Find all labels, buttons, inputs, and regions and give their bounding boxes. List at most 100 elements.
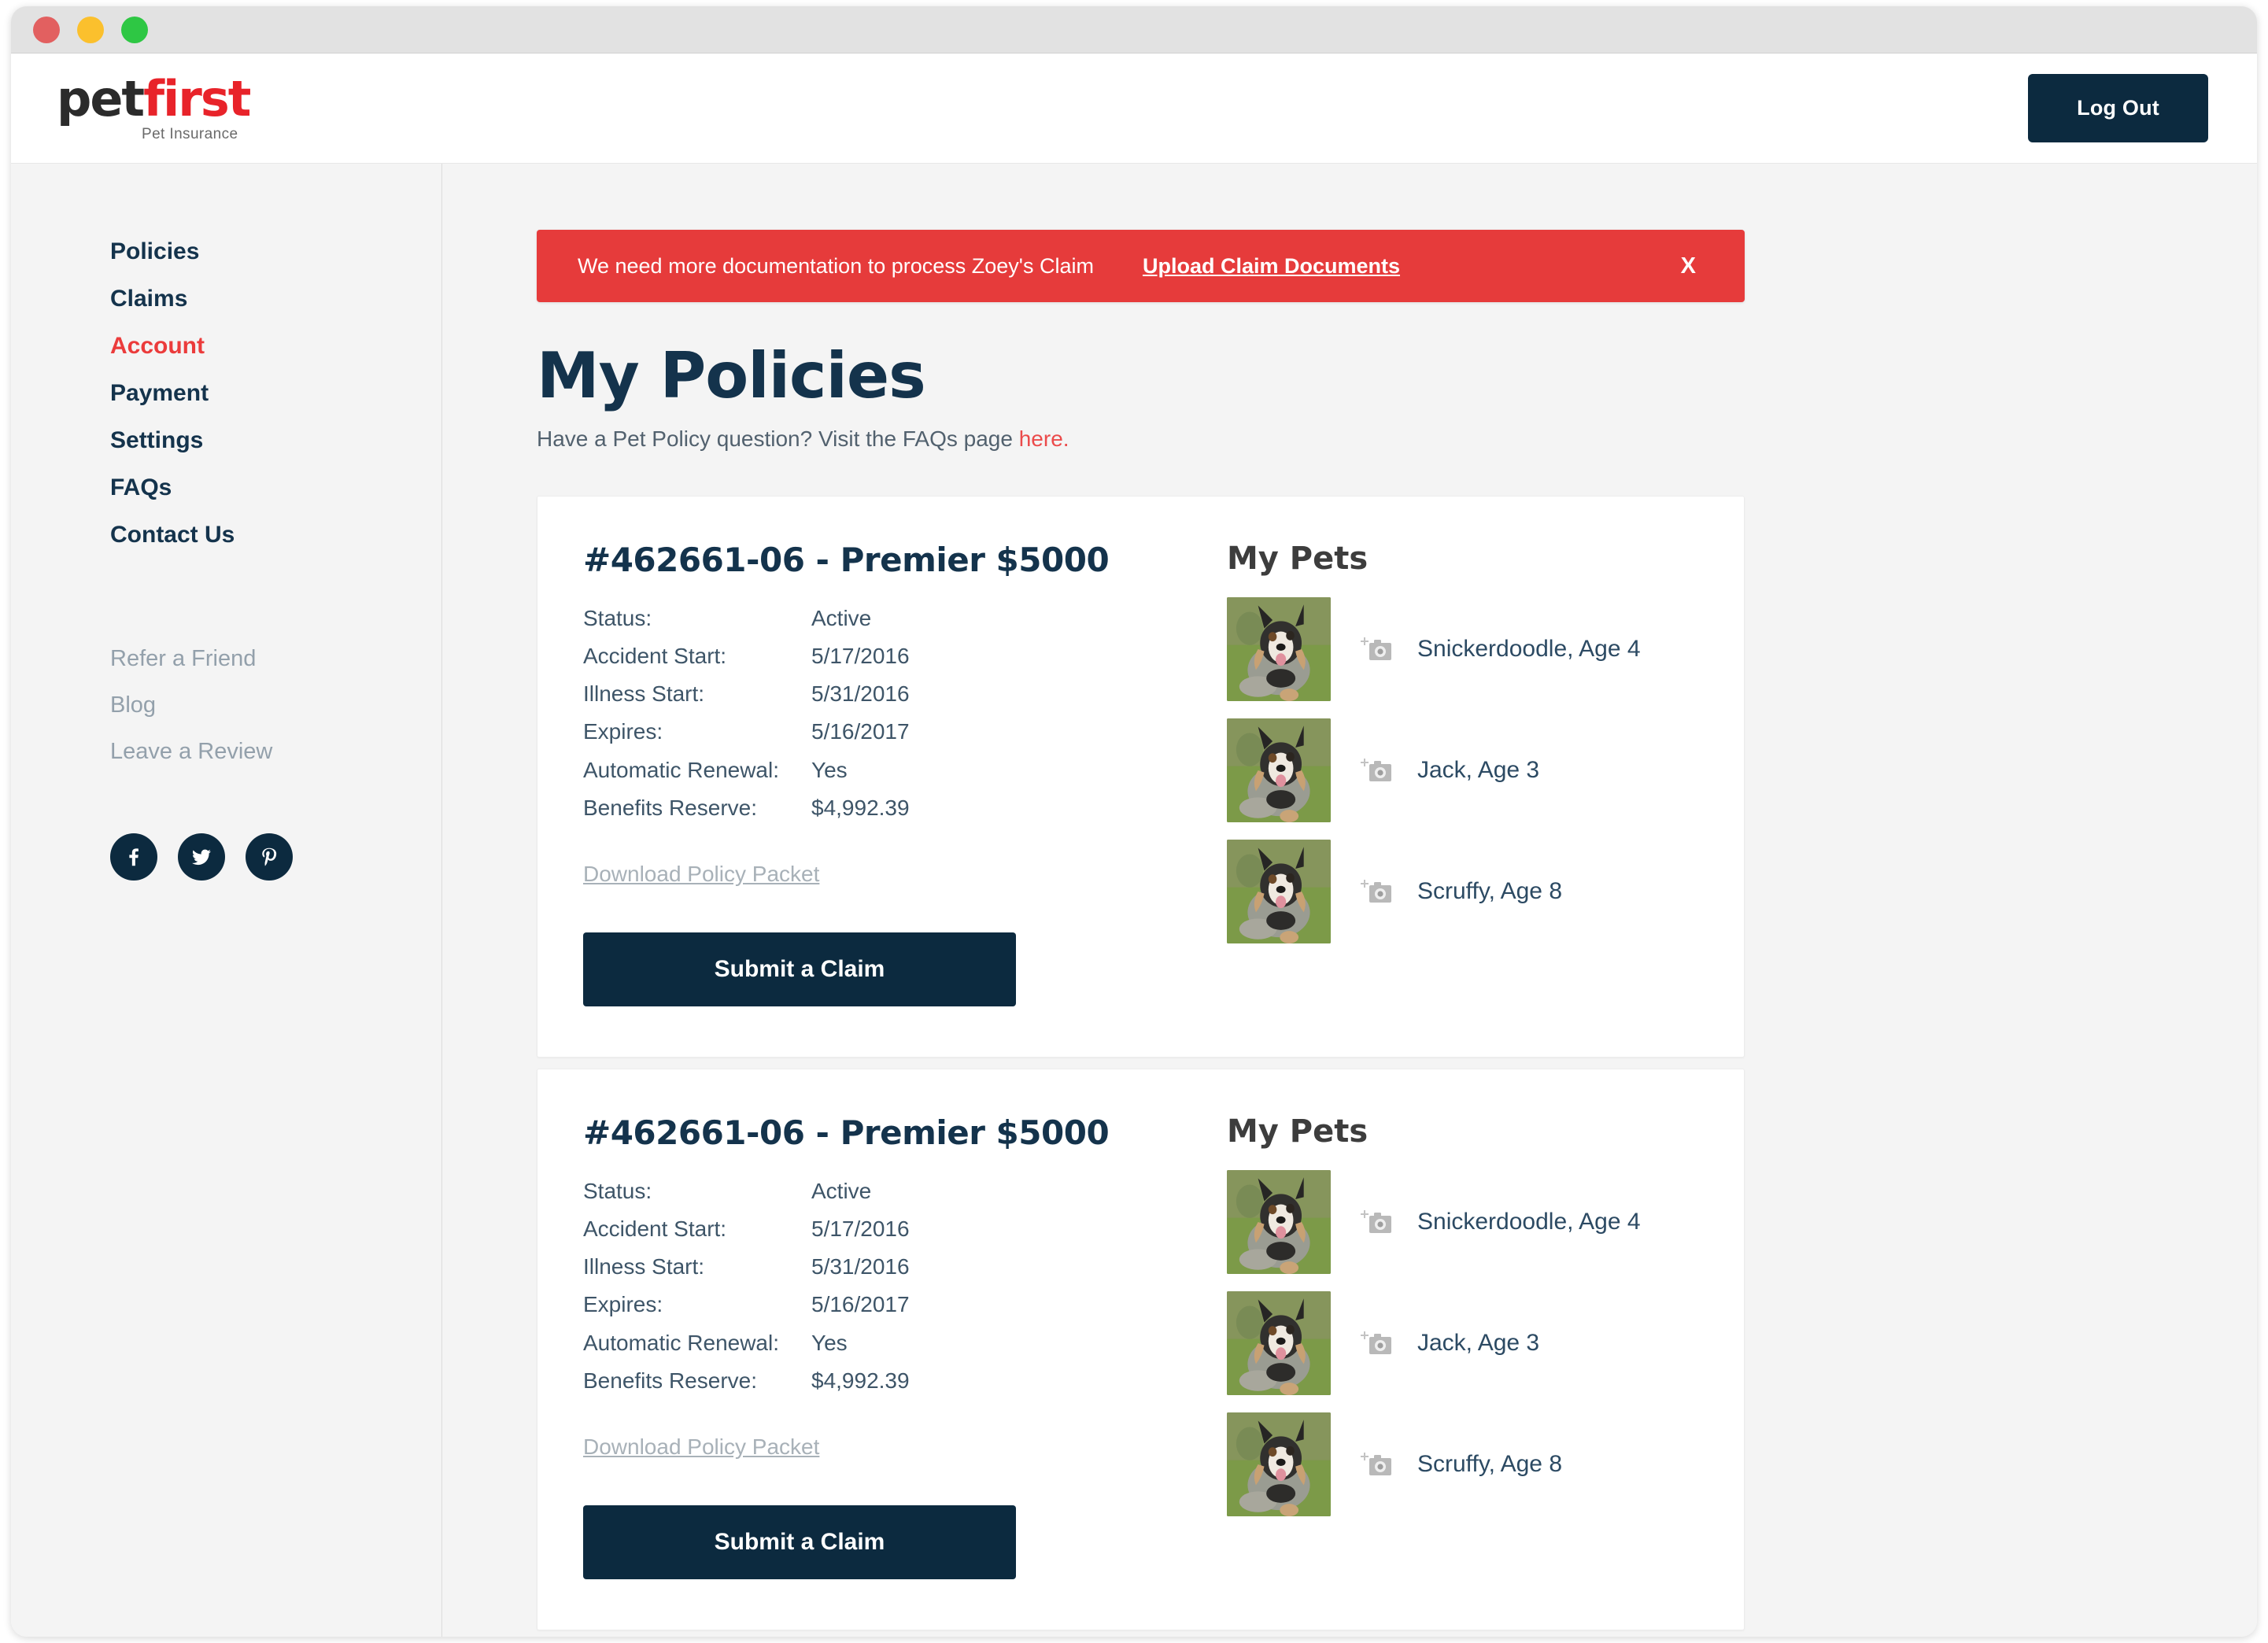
policy-card: #462661-06 - Premier $5000 Status: Activ…: [537, 496, 1745, 1058]
my-pets-heading: My Pets: [1227, 541, 1369, 577]
minimize-window-button[interactable]: [77, 16, 104, 43]
content-column: We need more documentation to process Zo…: [537, 230, 1745, 1630]
detail-value-expires: 5/16/2017: [811, 719, 910, 744]
add-pet-photo-camera-icon[interactable]: [1361, 1330, 1392, 1357]
policy-heading: #462661-06 - Premier $5000: [583, 541, 1110, 579]
page-subtitle-text: Have a Pet Policy question? Visit the FA…: [537, 426, 1019, 451]
pet-list-item: Jack, Age 3: [1227, 1290, 1698, 1395]
claim-documentation-alert: We need more documentation to process Zo…: [537, 230, 1745, 302]
detail-label-expires: Expires:: [583, 719, 663, 744]
social-links: [110, 833, 441, 881]
logout-button[interactable]: Log Out: [2028, 74, 2208, 142]
pet-photo[interactable]: [1227, 840, 1331, 943]
browser-window: petfirst Pet Insurance Log Out Policies …: [11, 6, 2257, 1637]
sidebar-item-contact-us[interactable]: Contact Us: [110, 511, 235, 559]
detail-value-automatic-renewal: Yes: [811, 1330, 848, 1355]
policy-detail-table: Status: Active Accident Start: 5/17/2016…: [583, 1172, 984, 1400]
pet-name-label: Scruffy, Age 8: [1417, 878, 1562, 904]
upload-claim-documents-link[interactable]: Upload Claim Documents: [1143, 254, 1400, 279]
sidebar-item-policies[interactable]: Policies: [110, 228, 199, 275]
pet-list-item: Jack, Age 3: [1227, 718, 1698, 822]
detail-value-illness-start: 5/31/2016: [811, 681, 910, 707]
maximize-window-button[interactable]: [121, 16, 148, 43]
add-pet-photo-camera-icon[interactable]: [1361, 878, 1392, 905]
download-policy-packet-link[interactable]: Download Policy Packet: [583, 1434, 819, 1460]
sidebar-secondary-nav: Refer a Friend Blog Leave a Review: [110, 636, 441, 775]
detail-value-illness-start: 5/31/2016: [811, 1254, 910, 1279]
close-window-button[interactable]: [33, 16, 60, 43]
pet-list-item: Snickerdoodle, Age 4: [1227, 1169, 1698, 1274]
my-pets-column: My Pets Snickerdoodle, Age 4 Jack, Age 3…: [1181, 1113, 1698, 1579]
policy-details-column: #462661-06 - Premier $5000 Status: Activ…: [583, 541, 1181, 1006]
close-icon[interactable]: X: [1667, 247, 1710, 286]
detail-value-benefits-reserve: $4,992.39: [811, 1368, 910, 1393]
sidebar-item-claims[interactable]: Claims: [110, 275, 187, 323]
policy-heading: #462661-06 - Premier $5000: [583, 1113, 1110, 1152]
pet-photo[interactable]: [1227, 1412, 1331, 1516]
policy-detail-row: Expires: 5/16/2017: [583, 713, 984, 751]
policy-detail-row: Status: Active: [583, 600, 984, 637]
policy-detail-row: Automatic Renewal: Yes: [583, 1324, 984, 1362]
submit-a-claim-button[interactable]: Submit a Claim: [583, 1505, 1016, 1579]
policy-detail-row: Illness Start: 5/31/2016: [583, 1248, 984, 1286]
policy-detail-row: Illness Start: 5/31/2016: [583, 675, 984, 713]
pet-list-item: Snickerdoodle, Age 4: [1227, 597, 1698, 701]
policy-detail-row: Status: Active: [583, 1172, 984, 1210]
detail-label-benefits-reserve: Benefits Reserve:: [583, 1368, 757, 1393]
policy-detail-row: Benefits Reserve: $4,992.39: [583, 789, 984, 827]
policy-detail-row: Accident Start: 5/17/2016: [583, 1210, 984, 1248]
pet-name-label: Jack, Age 3: [1417, 1329, 1540, 1356]
detail-value-accident-start: 5/17/2016: [811, 644, 910, 669]
logo-wordmark: petfirst: [57, 75, 251, 124]
facebook-icon[interactable]: [110, 833, 157, 881]
detail-label-accident-start: Accident Start:: [583, 1217, 727, 1242]
pet-photo[interactable]: [1227, 1290, 1331, 1395]
sidebar-item-payment[interactable]: Payment: [110, 370, 209, 417]
detail-label-automatic-renewal: Automatic Renewal:: [583, 757, 780, 782]
window-titlebar: [11, 6, 2257, 54]
policy-details-column: #462661-06 - Premier $5000 Status: Activ…: [583, 1113, 1181, 1579]
my-pets-column: My Pets Snickerdoodle, Age 4 Jack, Age 3…: [1181, 541, 1698, 1006]
pet-photo[interactable]: [1227, 718, 1331, 822]
sidebar-item-settings[interactable]: Settings: [110, 417, 203, 464]
pet-name-label: Jack, Age 3: [1417, 757, 1540, 783]
sidebar-item-faqs[interactable]: FAQs: [110, 464, 172, 511]
pinterest-icon[interactable]: [246, 833, 293, 881]
main-content: We need more documentation to process Zo…: [442, 164, 2257, 1637]
add-pet-photo-camera-icon[interactable]: [1361, 636, 1392, 663]
my-pets-heading: My Pets: [1227, 1113, 1369, 1150]
logo-word-first: first: [143, 70, 251, 127]
detail-value-status: Active: [811, 606, 872, 630]
pet-list-item: Scruffy, Age 8: [1227, 1412, 1698, 1516]
body-container: Policies Claims Account Payment Settings…: [11, 164, 2257, 1637]
faqs-here-link[interactable]: here.: [1019, 426, 1069, 451]
detail-label-accident-start: Accident Start:: [583, 644, 727, 669]
sidebar-primary-nav: Policies Claims Account Payment Settings…: [110, 228, 441, 559]
sidebar-item-refer-a-friend[interactable]: Refer a Friend: [110, 636, 256, 682]
policy-detail-row: Automatic Renewal: Yes: [583, 751, 984, 789]
petfirst-logo[interactable]: petfirst Pet Insurance: [57, 75, 251, 142]
policy-card: #462661-06 - Premier $5000 Status: Activ…: [537, 1068, 1745, 1630]
pet-name-label: Snickerdoodle, Age 4: [1417, 1208, 1641, 1235]
add-pet-photo-camera-icon[interactable]: [1361, 1209, 1392, 1235]
sidebar-item-blog[interactable]: Blog: [110, 682, 156, 729]
logo-word-pet: pet: [57, 70, 145, 127]
detail-label-illness-start: Illness Start:: [583, 681, 705, 707]
policy-detail-row: Benefits Reserve: $4,992.39: [583, 1362, 984, 1400]
detail-label-illness-start: Illness Start:: [583, 1254, 705, 1279]
add-pet-photo-camera-icon[interactable]: [1361, 757, 1392, 784]
twitter-icon[interactable]: [178, 833, 225, 881]
detail-value-expires: 5/16/2017: [811, 1292, 910, 1317]
detail-label-expires: Expires:: [583, 1292, 663, 1317]
detail-label-automatic-renewal: Automatic Renewal:: [583, 1330, 780, 1355]
add-pet-photo-camera-icon[interactable]: [1361, 1451, 1392, 1478]
sidebar-item-account[interactable]: Account: [110, 323, 205, 370]
pet-list-item: Scruffy, Age 8: [1227, 840, 1698, 943]
download-policy-packet-link[interactable]: Download Policy Packet: [583, 862, 819, 887]
pet-photo[interactable]: [1227, 1169, 1331, 1274]
pet-photo[interactable]: [1227, 597, 1331, 701]
policy-detail-row: Accident Start: 5/17/2016: [583, 637, 984, 675]
submit-a-claim-button[interactable]: Submit a Claim: [583, 932, 1016, 1006]
sidebar-item-leave-a-review[interactable]: Leave a Review: [110, 729, 272, 775]
detail-value-accident-start: 5/17/2016: [811, 1217, 910, 1242]
